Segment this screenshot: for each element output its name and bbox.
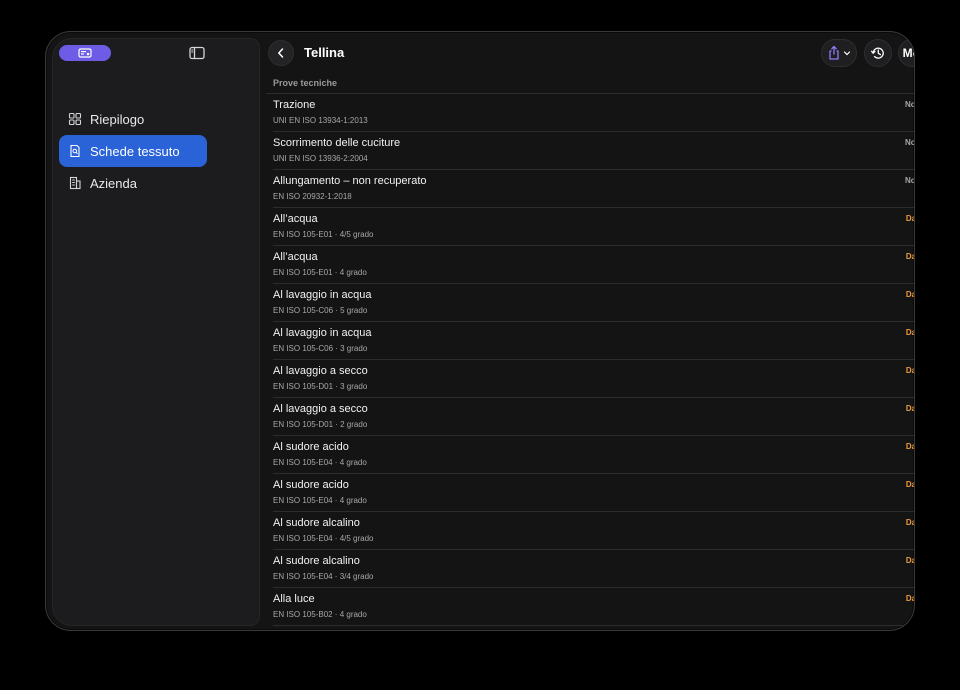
test-standard: EN ISO 105-E01 · 4/5 grado — [273, 230, 374, 239]
list-item[interactable]: Trazione UNI EN ISO 13934-1:2013 Non testa… — [273, 94, 914, 132]
test-name: Scorrimento delle cuciture — [273, 137, 401, 149]
test-name: Al sudore acido — [273, 441, 349, 453]
history-button[interactable] — [864, 39, 892, 67]
test-standard: EN ISO 105-E04 · 4 grado — [273, 496, 367, 505]
test-name: Al sudore alcalino — [273, 517, 360, 529]
history-icon — [870, 47, 884, 59]
list-item[interactable]: Alla luce EN ISO 105-B02 · 4 grado Da valu… — [273, 588, 914, 626]
test-name: Al sudore acido — [273, 479, 349, 491]
back-button[interactable] — [268, 40, 294, 66]
list-item[interactable]: Allungamento – non recuperato EN ISO 2093… — [273, 170, 914, 208]
status-badge: Non testato — [905, 138, 914, 147]
status-badge: Non testato — [905, 100, 914, 109]
sidebar-toggle-icon[interactable] — [188, 44, 206, 62]
test-standard: UNI EN ISO 13934-1:2013 — [273, 116, 368, 125]
test-standard: EN ISO 105-D01 · 3 grado — [273, 382, 368, 391]
status-badge: Non testato — [905, 176, 914, 185]
app-window: Riepilogo Schede tessuto Azienda Tellina… — [45, 31, 915, 631]
test-name: Allungamento – non recuperato — [273, 175, 427, 187]
tests-list: Trazione UNI EN ISO 13934-1:2013 Non testa… — [273, 94, 914, 626]
share-button[interactable] — [821, 39, 857, 67]
test-standard: EN ISO 105-C06 · 3 grado — [273, 344, 368, 353]
list-item[interactable]: Al lavaggio a secco EN ISO 105-D01 · 3 gr… — [273, 360, 914, 398]
test-name: Al lavaggio in acqua — [273, 327, 372, 339]
grid-icon — [68, 112, 82, 126]
test-standard: EN ISO 105-E01 · 4 grado — [273, 268, 367, 277]
sidebar-nav: Riepilogo Schede tessuto Azienda — [59, 103, 207, 199]
edit-button[interactable]: Modifica — [898, 39, 914, 67]
page-title: Tellina — [304, 45, 345, 60]
status-badge: Da valutare — [905, 366, 914, 375]
sidebar-item-azienda[interactable]: Azienda — [59, 167, 207, 199]
list-item[interactable]: Al sudore alcalino EN ISO 105-E04 · 3/4 g… — [273, 550, 914, 588]
status-badge: Da valutare — [905, 214, 914, 223]
list-item[interactable]: Al lavaggio a secco EN ISO 105-D01 · 2 gr… — [273, 398, 914, 436]
sidebar-header — [53, 39, 259, 79]
sidebar-item-label: Schede tessuto — [90, 143, 180, 159]
status-badge: Da valutare — [905, 328, 914, 337]
status-badge: Da valutare — [905, 252, 914, 261]
sidebar-item-label: Riepilogo — [90, 111, 145, 127]
status-badge: Da valutare — [905, 480, 914, 489]
test-name: All’acqua — [273, 251, 318, 263]
test-standard: UNI EN ISO 13936-2:2004 — [273, 154, 368, 163]
toolbar: Tellina Modifica — [266, 38, 914, 68]
list-item[interactable]: Al lavaggio in acqua EN ISO 105-C06 · 5 g… — [273, 284, 914, 322]
status-badge: Da valutare — [905, 290, 914, 299]
test-name: Al sudore alcalino — [273, 555, 360, 567]
test-name: Alla luce — [273, 593, 315, 605]
test-standard: EN ISO 105-B02 · 4 grado — [273, 610, 367, 619]
status-badge: Da valutare — [905, 594, 914, 603]
test-standard: EN ISO 20932-1:2018 — [273, 192, 352, 201]
share-icon — [829, 45, 839, 60]
sidebar-item-label: Azienda — [90, 175, 137, 191]
list-item[interactable]: Al sudore acido EN ISO 105-E04 · 4 grado D… — [273, 436, 914, 474]
test-standard: EN ISO 105-D01 · 2 grado — [273, 420, 368, 429]
sidebar-item-riepilogo[interactable]: Riepilogo — [59, 103, 207, 135]
test-standard: EN ISO 105-E04 · 3/4 grado — [273, 572, 374, 581]
list-item[interactable]: All’acqua EN ISO 105-E01 · 4/5 grado Da va… — [273, 208, 914, 246]
test-standard: EN ISO 105-C06 · 5 grado — [273, 306, 368, 315]
test-name: Al lavaggio a secco — [273, 365, 368, 377]
app-icon — [78, 48, 92, 58]
test-name: Al lavaggio in acqua — [273, 289, 372, 301]
test-name: Al lavaggio a secco — [273, 403, 368, 415]
section-title: Prove tecniche — [273, 78, 338, 88]
test-standard: EN ISO 105-E04 · 4/5 grado — [273, 534, 374, 543]
status-badge: Da valutare — [905, 556, 914, 565]
app-switcher-button[interactable] — [59, 45, 111, 61]
building-icon — [68, 176, 82, 190]
status-badge: Da valutare — [905, 442, 914, 451]
test-standard: EN ISO 105-E04 · 4 grado — [273, 458, 367, 467]
status-badge: Da valutare — [905, 404, 914, 413]
main-content: Tellina Modifica Prove — [266, 32, 914, 630]
test-name: Trazione — [273, 99, 316, 111]
sidebar-item-schede-tessuto[interactable]: Schede tessuto — [59, 135, 207, 167]
chevron-left-icon — [278, 48, 284, 58]
test-name: All’acqua — [273, 213, 318, 225]
list-item[interactable]: All’acqua EN ISO 105-E01 · 4 grado Da valu… — [273, 246, 914, 284]
chevron-down-icon — [843, 51, 851, 56]
list-item[interactable]: Al sudore alcalino EN ISO 105-E04 · 4/5 g… — [273, 512, 914, 550]
list-item[interactable]: Al sudore acido EN ISO 105-E04 · 4 grado D… — [273, 474, 914, 512]
status-badge: Da valutare — [905, 518, 914, 527]
list-item[interactable]: Al lavaggio in acqua EN ISO 105-C06 · 3 g… — [273, 322, 914, 360]
document-search-icon — [68, 144, 82, 158]
list-item[interactable]: Scorrimento delle cuciture UNI EN ISO 139… — [273, 132, 914, 170]
